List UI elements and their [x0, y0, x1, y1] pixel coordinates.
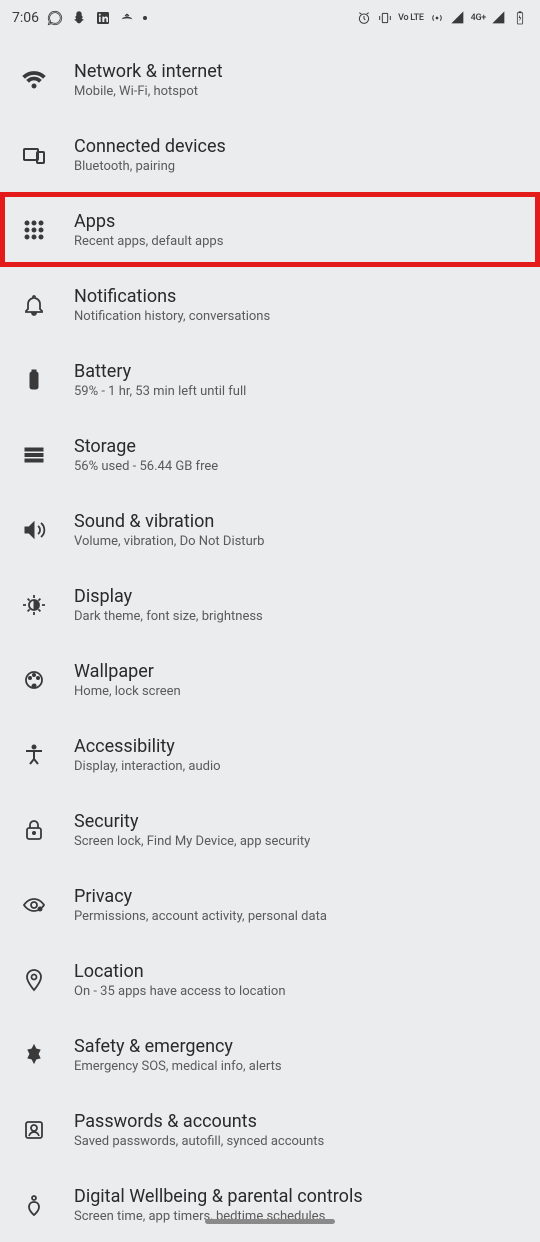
- volte-label: Vo LTE: [398, 14, 424, 22]
- devices-icon: [18, 139, 50, 171]
- setting-title: Security: [74, 811, 310, 832]
- wifi-icon: [18, 64, 50, 96]
- setting-title: Notifications: [74, 286, 270, 307]
- setting-safety[interactable]: Safety & emergency Emergency SOS, medica…: [0, 1017, 540, 1092]
- setting-title: Display: [74, 586, 263, 607]
- setting-display[interactable]: Display Dark theme, font size, brightnes…: [0, 567, 540, 642]
- setting-subtitle: Screen lock, Find My Device, app securit…: [74, 834, 310, 849]
- safety-icon: [18, 1039, 50, 1071]
- location-icon: [18, 964, 50, 996]
- setting-title: Wallpaper: [74, 661, 181, 682]
- setting-wellbeing[interactable]: Digital Wellbeing & parental controls Sc…: [0, 1167, 540, 1242]
- setting-subtitle: Bluetooth, pairing: [74, 159, 226, 174]
- setting-location[interactable]: Location On - 35 apps have access to loc…: [0, 942, 540, 1017]
- sound-icon: [18, 514, 50, 546]
- accessibility-icon: [18, 739, 50, 771]
- settings-list[interactable]: Network & internet Mobile, Wi-Fi, hotspo…: [0, 32, 540, 1242]
- setting-title: Privacy: [74, 886, 327, 907]
- setting-accessibility[interactable]: Accessibility Display, interaction, audi…: [0, 717, 540, 792]
- snapchat-icon: [71, 10, 87, 26]
- setting-title: Storage: [74, 436, 218, 457]
- signal-1-icon: [450, 10, 466, 26]
- hotspot-icon: [429, 10, 445, 26]
- vibrate-icon: [377, 10, 393, 26]
- battery-status-icon: [512, 10, 528, 26]
- setting-title: Apps: [74, 211, 223, 232]
- setting-connected-devices[interactable]: Connected devices Bluetooth, pairing: [0, 117, 540, 192]
- whatsapp-icon: [47, 10, 63, 26]
- signal-2-icon: [491, 10, 507, 26]
- setting-subtitle: Volume, vibration, Do Not Disturb: [74, 534, 264, 549]
- setting-battery[interactable]: Battery 59% - 1 hr, 53 min left until fu…: [0, 342, 540, 417]
- overflow-dot-icon: [143, 16, 147, 20]
- setting-subtitle: Display, interaction, audio: [74, 759, 221, 774]
- setting-title: Digital Wellbeing & parental controls: [74, 1186, 363, 1207]
- apps-grid-icon: [18, 214, 50, 246]
- wallpaper-icon: [18, 664, 50, 696]
- setting-subtitle: 56% used - 56.44 GB free: [74, 459, 218, 474]
- status-left: 7:06: [12, 10, 147, 26]
- setting-subtitle: Recent apps, default apps: [74, 234, 223, 249]
- privacy-icon: [18, 889, 50, 921]
- setting-title: Safety & emergency: [74, 1036, 282, 1057]
- setting-privacy[interactable]: Privacy Permissions, account activity, p…: [0, 867, 540, 942]
- passwords-icon: [18, 1114, 50, 1146]
- battery-icon: [18, 364, 50, 396]
- setting-subtitle: 59% - 1 hr, 53 min left until full: [74, 384, 246, 399]
- setting-sound[interactable]: Sound & vibration Volume, vibration, Do …: [0, 492, 540, 567]
- setting-title: Battery: [74, 361, 246, 382]
- status-right: Vo LTE 4G+: [356, 10, 528, 26]
- storage-icon: [18, 439, 50, 471]
- setting-title: Connected devices: [74, 136, 226, 157]
- wellbeing-icon: [18, 1189, 50, 1221]
- setting-passwords[interactable]: Passwords & accounts Saved passwords, au…: [0, 1092, 540, 1167]
- setting-title: Sound & vibration: [74, 511, 264, 532]
- setting-security[interactable]: Security Screen lock, Find My Device, ap…: [0, 792, 540, 867]
- setting-title: Location: [74, 961, 286, 982]
- setting-apps[interactable]: Apps Recent apps, default apps: [0, 192, 540, 267]
- bell-icon: [18, 289, 50, 321]
- network-type: 4G+: [471, 13, 486, 23]
- setting-storage[interactable]: Storage 56% used - 56.44 GB free: [0, 417, 540, 492]
- status-bar: 7:06 Vo LTE 4G+: [0, 0, 540, 32]
- setting-title: Passwords & accounts: [74, 1111, 324, 1132]
- setting-title: Accessibility: [74, 736, 221, 757]
- status-time: 7:06: [12, 10, 39, 26]
- nav-indicator[interactable]: [205, 1219, 335, 1224]
- setting-subtitle: Saved passwords, autofill, synced accoun…: [74, 1134, 324, 1149]
- setting-network[interactable]: Network & internet Mobile, Wi-Fi, hotspo…: [0, 42, 540, 117]
- setting-subtitle: On - 35 apps have access to location: [74, 984, 286, 999]
- setting-subtitle: Emergency SOS, medical info, alerts: [74, 1059, 282, 1074]
- setting-subtitle: Permissions, account activity, personal …: [74, 909, 327, 924]
- setting-subtitle: Notification history, conversations: [74, 309, 270, 324]
- setting-wallpaper[interactable]: Wallpaper Home, lock screen: [0, 642, 540, 717]
- setting-subtitle: Home, lock screen: [74, 684, 181, 699]
- setting-subtitle: Dark theme, font size, brightness: [74, 609, 263, 624]
- missed-call-icon: [119, 10, 135, 26]
- setting-title: Network & internet: [74, 61, 223, 82]
- display-icon: [18, 589, 50, 621]
- setting-subtitle: Mobile, Wi-Fi, hotspot: [74, 84, 223, 99]
- lock-icon: [18, 814, 50, 846]
- alarm-icon: [356, 10, 372, 26]
- linkedin-icon: [95, 10, 111, 26]
- setting-notifications[interactable]: Notifications Notification history, conv…: [0, 267, 540, 342]
